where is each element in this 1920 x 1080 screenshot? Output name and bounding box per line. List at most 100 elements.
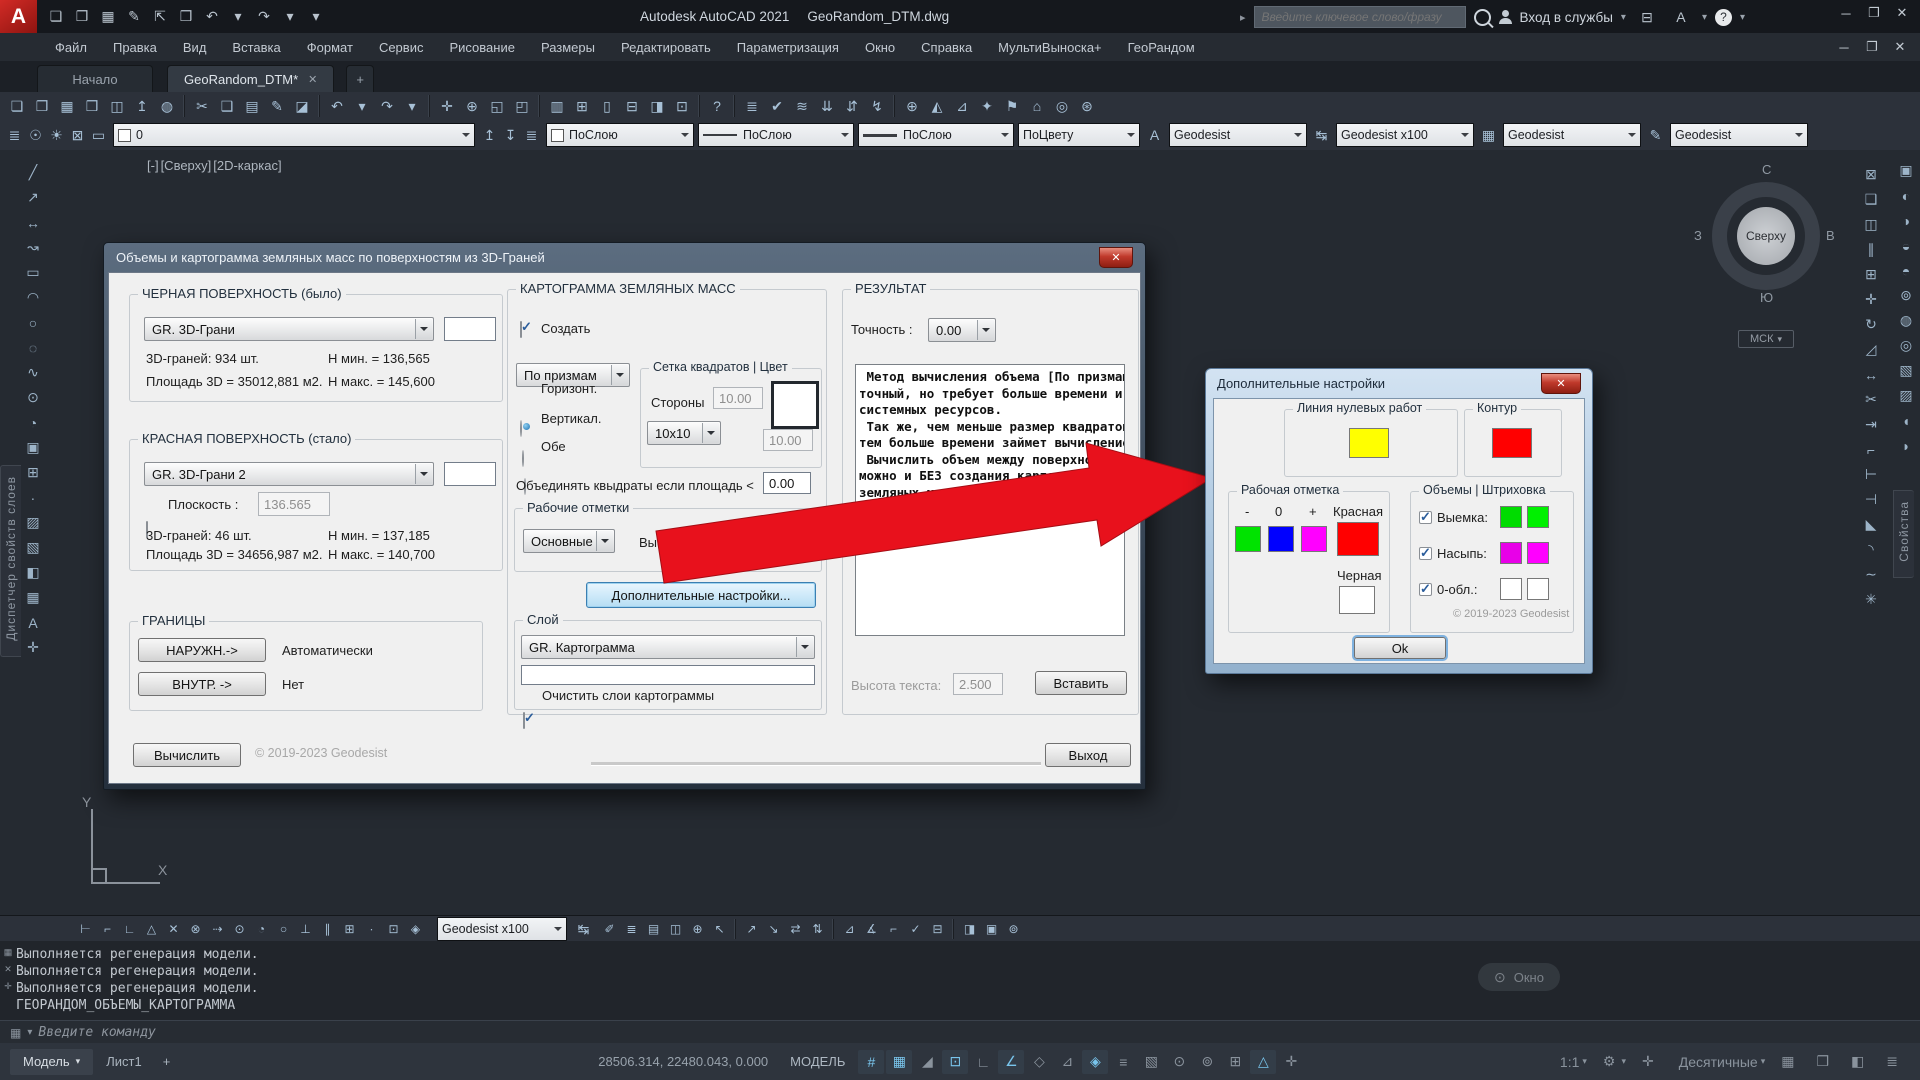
doc-restore-button[interactable]: ❐: [1858, 38, 1886, 56]
mleaderstyle-combo[interactable]: Geodesist: [1670, 123, 1808, 147]
save-icon[interactable]: ▦: [95, 5, 121, 29]
geo-check-icon[interactable]: ✔: [765, 95, 789, 117]
menu-item[interactable]: Формат: [294, 33, 366, 61]
autoscale-icon[interactable]: ✛: [1278, 1050, 1304, 1074]
volume-color-swatch[interactable]: [1500, 506, 1522, 528]
save-as-icon[interactable]: ✎: [121, 5, 147, 29]
viewport-control[interactable]: [2D-каркас]: [213, 158, 281, 173]
app-caret-icon[interactable]: ▾: [1702, 12, 1707, 23]
open-file-icon[interactable]: ❐: [30, 95, 54, 117]
rectangle-icon[interactable]: ▭: [20, 260, 46, 285]
undo-caret-icon[interactable]: ▾: [225, 5, 251, 29]
table-style-icon[interactable]: ▦: [1478, 124, 1499, 146]
close-button[interactable]: ✕: [1888, 2, 1916, 24]
viewcube-east-label[interactable]: В: [1826, 228, 1835, 243]
restore-button[interactable]: ❐: [1860, 2, 1888, 24]
polyline-icon[interactable]: ↝: [20, 235, 46, 260]
menu-item[interactable]: Параметризация: [724, 33, 852, 61]
create-checkbox[interactable]: [520, 321, 522, 338]
text-style-icon[interactable]: A: [1144, 124, 1165, 146]
draworder-back-icon[interactable]: ◐: [1894, 183, 1918, 208]
view-se-icon[interactable]: ↘: [763, 919, 784, 939]
new-tab-button[interactable]: +: [346, 65, 374, 93]
circle-icon[interactable]: ○: [20, 310, 46, 335]
mark-zero-color[interactable]: [1268, 526, 1294, 552]
geo-point-icon[interactable]: ⊕: [900, 95, 924, 117]
layer-manager-palette-tab[interactable]: Диспетчер свойств слоев: [0, 465, 21, 657]
snap-from-icon[interactable]: ⌐: [97, 919, 118, 939]
point-icon[interactable]: ∙: [20, 485, 46, 510]
clean-screen-icon[interactable]: ❒: [1811, 1050, 1840, 1074]
minimize-button[interactable]: ─: [1832, 2, 1860, 24]
scale-icon[interactable]: ◿: [1858, 337, 1884, 362]
help-icon[interactable]: ?: [705, 95, 729, 117]
quickcalc-icon[interactable]: ⊡: [670, 95, 694, 117]
undo-caret-icon[interactable]: ▾: [350, 95, 374, 117]
zoom-previous-icon[interactable]: ◰: [510, 95, 534, 117]
cmd-wrench-icon[interactable]: ✛: [2, 981, 14, 998]
midpoint-snap-icon[interactable]: △: [141, 919, 162, 939]
workspace-gear-icon[interactable]: ⚙ ▾: [1598, 1050, 1631, 1074]
make-block-icon[interactable]: ⊞: [20, 460, 46, 485]
revcloud-icon[interactable]: ◌: [20, 335, 46, 360]
hatch1-icon[interactable]: ▧: [1894, 358, 1918, 383]
array-icon[interactable]: ⊞: [1858, 262, 1884, 287]
tablestyle-combo[interactable]: Geodesist: [1503, 123, 1641, 147]
gradient-icon[interactable]: ▧: [20, 535, 46, 560]
units-button[interactable]: Десятичные ▾: [1671, 1050, 1771, 1074]
dimstyle-combo[interactable]: Geodesist x100: [1336, 123, 1474, 147]
sheet-set-icon[interactable]: ⊟: [620, 95, 644, 117]
volume-checkbox[interactable]: [1419, 547, 1432, 560]
command-prompt[interactable]: Введите команду: [38, 1025, 155, 1040]
break-point-icon[interactable]: ⌐: [1858, 437, 1884, 462]
open-file-icon[interactable]: ❐: [69, 5, 95, 29]
redo-icon[interactable]: ↷: [251, 5, 277, 29]
insert-button[interactable]: Вставить: [1035, 671, 1127, 695]
cartogram-layer-combo[interactable]: GR. Картограмма: [521, 635, 815, 659]
menu-item[interactable]: МультиВыноска+: [985, 33, 1114, 61]
save-icon[interactable]: ▦: [55, 95, 79, 117]
region-icon[interactable]: ◧: [20, 560, 46, 585]
menu-item[interactable]: Вставка: [219, 33, 293, 61]
line-icon[interactable]: ╱: [20, 160, 46, 185]
addsel-icon[interactable]: ✛: [20, 635, 46, 660]
mtext-icon[interactable]: A: [20, 610, 46, 635]
locate-point-icon[interactable]: ⊕: [687, 919, 708, 939]
copy-icon[interactable]: ❑: [215, 95, 239, 117]
temp-track-icon[interactable]: ⊢: [75, 919, 96, 939]
textstyle-combo[interactable]: Geodesist: [1169, 123, 1307, 147]
contour-color-swatch[interactable]: [1492, 428, 1532, 458]
volume-checkbox[interactable]: [1419, 583, 1432, 596]
model-space-button[interactable]: МОДЕЛЬ: [790, 1054, 845, 1069]
calculate-button[interactable]: Вычислить: [133, 743, 241, 767]
designcenter-icon[interactable]: ⊞: [570, 95, 594, 117]
center-snap-icon[interactable]: ⊙: [229, 919, 250, 939]
color-combo[interactable]: ПоСлою: [546, 123, 694, 147]
annotation-vis-icon[interactable]: △: [1250, 1050, 1276, 1074]
redo-icon[interactable]: ↷: [375, 95, 399, 117]
layer-previous-icon[interactable]: ↧: [500, 124, 521, 146]
advanced-settings-button[interactable]: Дополнительные настройки...: [586, 582, 816, 608]
infer-constraints-icon[interactable]: ◢: [914, 1050, 940, 1074]
block-editor-icon[interactable]: ◪: [290, 95, 314, 117]
measure-angle-icon[interactable]: ∡: [861, 919, 882, 939]
view-ne-icon[interactable]: ↗: [741, 919, 762, 939]
distance-icon[interactable]: ✐: [599, 919, 620, 939]
geo-star-icon[interactable]: ✦: [975, 95, 999, 117]
vertical-radio[interactable]: [522, 450, 524, 467]
ucs-icon[interactable]: ↖: [709, 919, 730, 939]
otrack-icon[interactable]: ⊿: [1054, 1050, 1080, 1074]
layout1-tab[interactable]: Лист1: [93, 1049, 154, 1075]
redo-caret-icon[interactable]: ▾: [277, 5, 303, 29]
arc-icon[interactable]: ◠: [20, 285, 46, 310]
menu-item[interactable]: Редактировать: [608, 33, 724, 61]
outer-border-button[interactable]: НАРУЖН.->: [138, 638, 266, 662]
snapbar-style-combo[interactable]: Geodesist x100: [437, 917, 567, 941]
transfer-icon[interactable]: ⇱: [147, 5, 173, 29]
tab-start[interactable]: Начало: [37, 65, 153, 93]
layer-freeze-icon[interactable]: ☀: [46, 124, 67, 146]
perpendicular-snap-icon[interactable]: ⊥: [295, 919, 316, 939]
dynamic-ucs-icon[interactable]: ⊞: [1222, 1050, 1248, 1074]
viewcube-south-label[interactable]: Ю: [1760, 290, 1773, 305]
snap-mode-icon[interactable]: ▦: [886, 1050, 912, 1074]
